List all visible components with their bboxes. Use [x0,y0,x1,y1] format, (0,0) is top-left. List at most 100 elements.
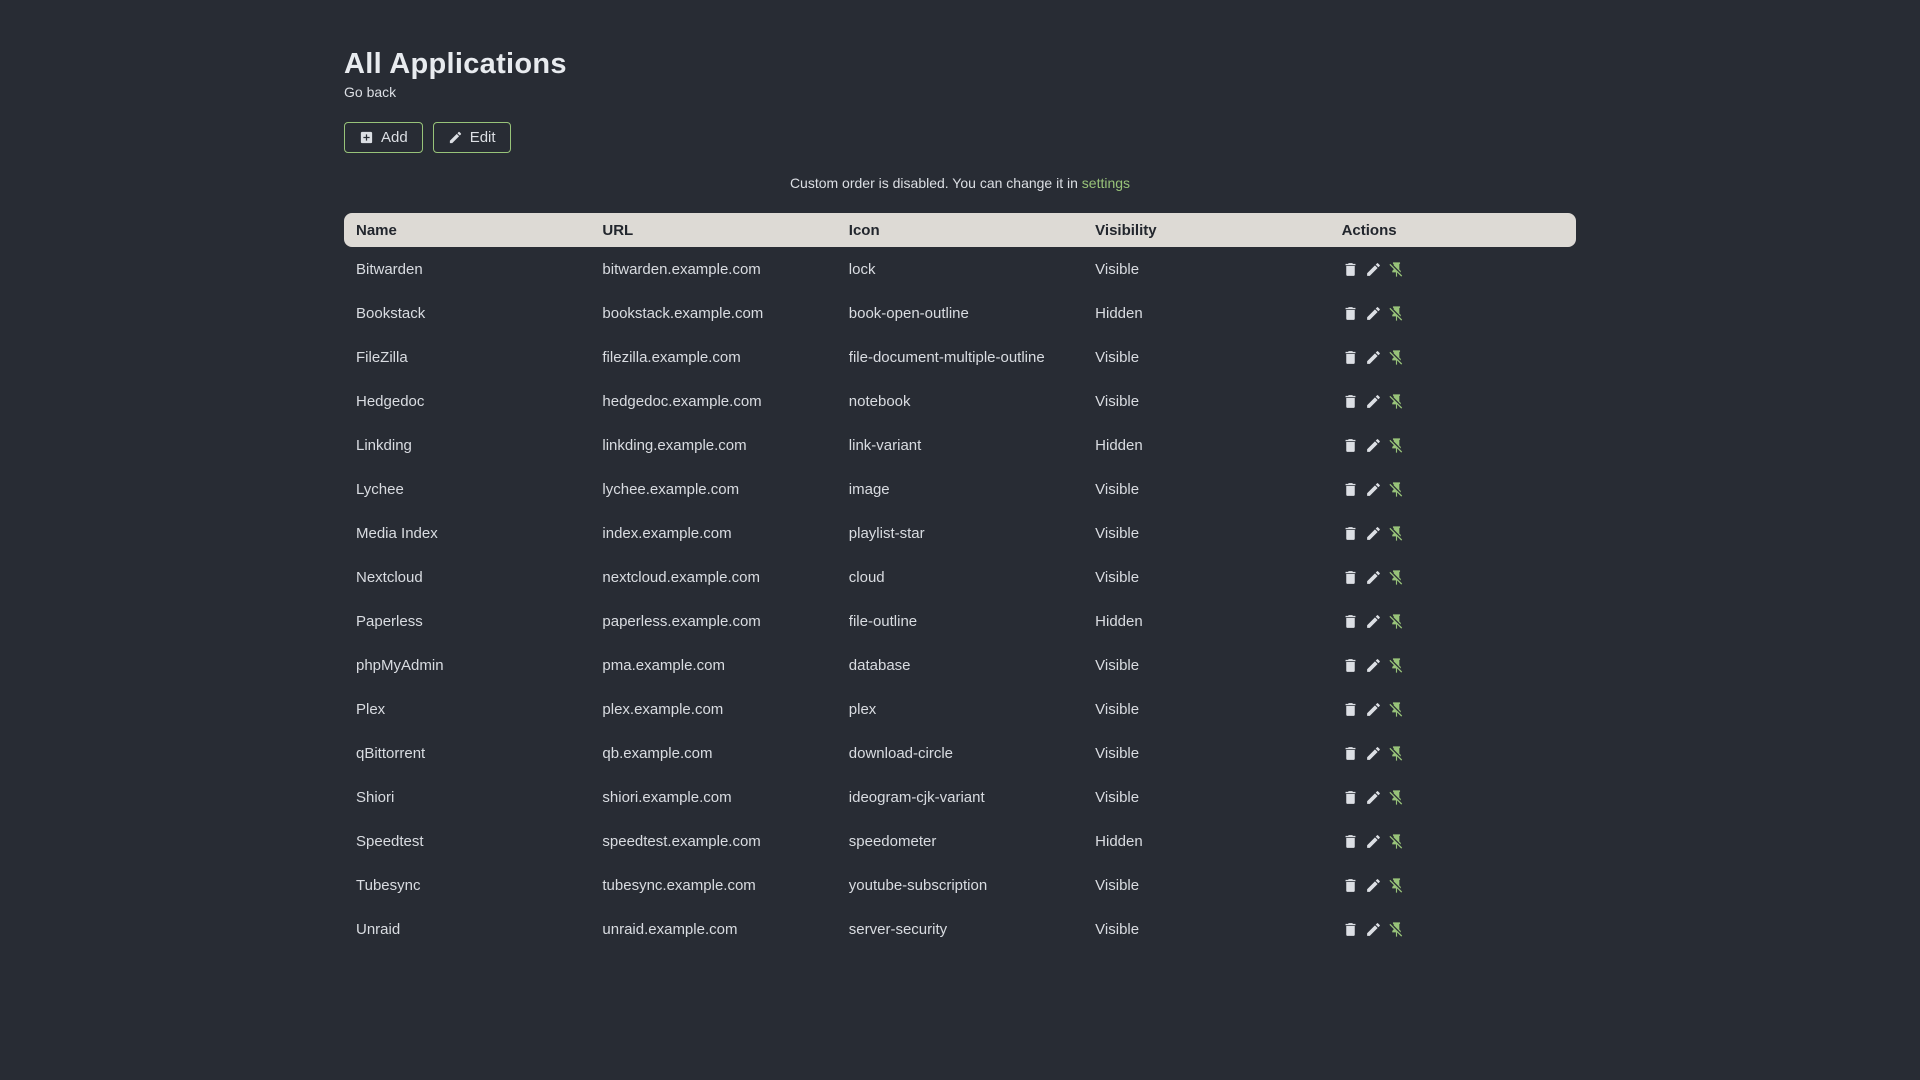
delete-button[interactable] [1342,700,1360,718]
app-url: filezilla.example.com [602,348,741,366]
delete-button[interactable] [1342,436,1360,454]
table-row: Media Index index.example.com playlist-s… [344,511,1576,555]
apps-table-body: Bitwarden bitwarden.example.com lock Vis… [344,247,1576,951]
delete-button[interactable] [1342,920,1360,938]
pin-toggle-button[interactable] [1388,744,1406,762]
app-actions [1330,731,1576,775]
pin-toggle-button[interactable] [1388,920,1406,938]
app-actions [1330,247,1576,291]
pin-off-icon [1388,305,1405,322]
pencil-icon [1365,789,1382,806]
table-row: Lychee lychee.example.com image Visible [344,467,1576,511]
edit-row-button[interactable] [1365,788,1383,806]
pin-toggle-button[interactable] [1388,480,1406,498]
app-visibility: Visible [1095,568,1140,586]
app-name: Lychee [356,480,404,498]
pencil-icon [1365,481,1382,498]
pin-off-icon [1388,877,1405,894]
edit-row-button[interactable] [1365,568,1383,586]
app-actions [1330,291,1576,335]
app-url: paperless.example.com [602,612,761,630]
trash-can-icon [1342,437,1359,454]
edit-row-button[interactable] [1365,832,1383,850]
edit-row-button[interactable] [1365,612,1383,630]
pin-toggle-button[interactable] [1388,568,1406,586]
app-name: Speedtest [356,832,424,850]
pin-toggle-button[interactable] [1388,524,1406,542]
pin-toggle-button[interactable] [1388,348,1406,366]
edit-row-button[interactable] [1365,524,1383,542]
pin-toggle-button[interactable] [1388,788,1406,806]
edit-row-button[interactable] [1365,480,1383,498]
edit-row-button[interactable] [1365,436,1383,454]
add-button[interactable]: Add [344,122,423,153]
app-actions [1330,511,1576,555]
page-container: All Applications Go back Add Edit Custom… [344,0,1576,951]
app-url: tubesync.example.com [602,876,756,894]
pin-toggle-button[interactable] [1388,612,1406,630]
pencil-icon [1365,393,1382,410]
edit-row-button[interactable] [1365,260,1383,278]
header-visibility: Visibility [1083,213,1330,247]
app-visibility: Visible [1095,260,1140,278]
delete-button[interactable] [1342,568,1360,586]
pin-toggle-button[interactable] [1388,304,1406,322]
pin-off-icon [1388,833,1405,850]
pencil-icon [1365,613,1382,630]
header-url: URL [590,213,837,247]
app-actions [1330,555,1576,599]
app-visibility: Visible [1095,920,1140,938]
edit-row-button[interactable] [1365,744,1383,762]
pin-toggle-button[interactable] [1388,876,1406,894]
trash-can-icon [1342,613,1359,630]
custom-order-notice: Custom order is disabled. You can change… [344,175,1576,191]
pencil-icon [1365,657,1382,674]
pencil-icon [1365,833,1382,850]
settings-link[interactable]: settings [1082,175,1130,191]
edit-row-button[interactable] [1365,700,1383,718]
trash-can-icon [1342,261,1359,278]
delete-button[interactable] [1342,876,1360,894]
delete-button[interactable] [1342,832,1360,850]
delete-button[interactable] [1342,260,1360,278]
pin-toggle-button[interactable] [1388,260,1406,278]
delete-button[interactable] [1342,524,1360,542]
delete-button[interactable] [1342,612,1360,630]
trash-can-icon [1342,393,1359,410]
delete-button[interactable] [1342,788,1360,806]
app-icon-name: file-outline [848,612,918,630]
trash-can-icon [1342,305,1359,322]
table-row: FileZilla filezilla.example.com file-doc… [344,335,1576,379]
app-url: qb.example.com [602,744,713,762]
delete-button[interactable] [1342,656,1360,674]
edit-button[interactable]: Edit [432,122,511,153]
pin-toggle-button[interactable] [1388,832,1406,850]
edit-row-button[interactable] [1365,656,1383,674]
pin-toggle-button[interactable] [1388,656,1406,674]
delete-button[interactable] [1342,744,1360,762]
app-visibility: Visible [1095,392,1140,410]
delete-button[interactable] [1342,480,1360,498]
pin-toggle-button[interactable] [1388,392,1406,410]
edit-row-button[interactable] [1365,304,1383,322]
trash-can-icon [1342,701,1359,718]
edit-row-button[interactable] [1365,348,1383,366]
app-icon-name: lock [848,260,876,278]
delete-button[interactable] [1342,348,1360,366]
app-icon-name: notebook [848,392,911,410]
edit-row-button[interactable] [1365,920,1383,938]
pin-toggle-button[interactable] [1388,436,1406,454]
pin-toggle-button[interactable] [1388,700,1406,718]
delete-button[interactable] [1342,304,1360,322]
app-name: qBittorrent [356,744,426,762]
app-icon-name: playlist-star [848,524,925,542]
delete-button[interactable] [1342,392,1360,410]
pencil-icon [1365,305,1382,322]
go-back-link[interactable]: Go back [344,84,396,100]
pencil-icon [1365,437,1382,454]
app-actions [1330,599,1576,643]
app-icon-name: ideogram-cjk-variant [848,788,985,806]
edit-row-button[interactable] [1365,392,1383,410]
edit-row-button[interactable] [1365,876,1383,894]
pin-off-icon [1388,745,1405,762]
